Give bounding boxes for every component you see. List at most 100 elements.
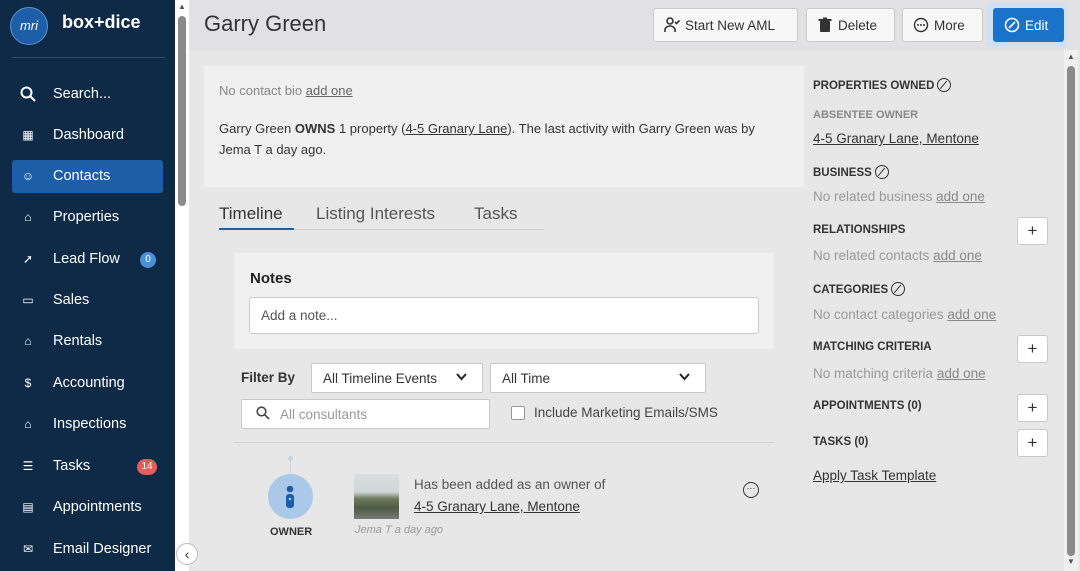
tab-tasks[interactable]: Tasks [474, 204, 517, 224]
sidebar-item-label: Properties [53, 209, 120, 225]
add-bio-link[interactable]: add one [306, 83, 353, 98]
sidebar-item-label: Accounting [53, 375, 125, 391]
relationships-empty-text: No related contacts add one [813, 248, 982, 263]
sidebar-scrollbar[interactable]: ▲ [175, 0, 189, 571]
select-value: All Timeline Events [323, 371, 438, 386]
notes-title: Notes [250, 270, 292, 287]
edit-pencil-icon [1004, 17, 1020, 33]
lead-flow-count-badge: 0 [140, 252, 156, 268]
add-business-link[interactable]: add one [936, 189, 985, 204]
include-marketing-checkbox[interactable] [511, 406, 525, 420]
search-icon [20, 86, 36, 102]
empty-label: No related business [813, 189, 933, 204]
scroll-up-arrow-icon[interactable]: ▲ [178, 2, 186, 11]
edit-business-icon[interactable] [874, 165, 889, 179]
empty-label: No matching criteria [813, 366, 934, 381]
more-button[interactable]: More [902, 8, 983, 42]
sidebar-scroll-thumb[interactable] [178, 16, 186, 206]
tasks-count-badge: 14 [137, 459, 157, 475]
sidebar-item-lead-flow[interactable]: ➚ Lead Flow 0 [12, 243, 163, 276]
aml-person-icon [664, 17, 681, 33]
property-thumbnail[interactable] [354, 474, 399, 519]
tasks-icon: ☰ [22, 459, 34, 473]
contacts-icon: ☺ [21, 169, 35, 183]
tasks-heading: TASKS (0) [813, 436, 869, 448]
edit-categories-icon[interactable] [891, 282, 906, 296]
sidebar-item-label: Inspections [53, 416, 127, 432]
dollar-icon: $ [24, 376, 32, 390]
sidebar-item-search[interactable]: Search... [12, 78, 163, 111]
sidebar: mri box+dice Search... ▦ Dashboard ☺ Con… [0, 0, 175, 571]
content-scrollbar[interactable]: ▲ ▼ [1064, 50, 1078, 571]
button-label: More [934, 18, 965, 33]
mri-logo-icon: mri [10, 7, 48, 45]
more-ellipsis-icon [913, 17, 929, 33]
sales-icon: ▭ [22, 293, 34, 307]
chevron-down-icon [455, 370, 468, 386]
start-new-aml-button[interactable]: Start New AML [653, 8, 798, 42]
edit-properties-icon[interactable] [937, 78, 952, 92]
sidebar-item-label: Rentals [53, 333, 103, 349]
owned-property-link[interactable]: 4-5 Granary Lane, Mentone [813, 131, 979, 146]
apply-task-template-link[interactable]: Apply Task Template [813, 468, 936, 483]
select-value: All Time [502, 371, 551, 386]
sidebar-item-inspections[interactable]: ⌂ Inspections [12, 408, 163, 441]
appointments-heading: APPOINTMENTS (0) [813, 400, 922, 412]
owned-property-link[interactable]: 4-5 Granary Lane [405, 121, 507, 136]
collapse-sidebar-button[interactable]: ‹ [176, 543, 198, 565]
sidebar-item-sales[interactable]: ▭ Sales [12, 284, 163, 317]
edit-button[interactable]: Edit [993, 8, 1064, 42]
sidebar-item-rentals[interactable]: ⌂ Rentals [12, 325, 163, 358]
delete-button[interactable]: Delete [806, 8, 895, 42]
inspections-icon: ⌂ [24, 417, 32, 431]
add-relationship-button[interactable]: + [1017, 217, 1048, 245]
tab-timeline[interactable]: Timeline [219, 204, 283, 224]
sidebar-item-appointments[interactable]: ▤ Appointments [12, 491, 163, 524]
timeline-event-text: Has been added as an owner of [414, 477, 606, 492]
email-icon: ✉ [22, 542, 34, 556]
include-marketing-label[interactable]: Include Marketing Emails/SMS [534, 405, 718, 420]
sidebar-item-accounting[interactable]: $ Accounting [12, 367, 163, 400]
content-scroll-thumb[interactable] [1067, 66, 1075, 556]
calendar-icon: ▤ [22, 500, 34, 514]
consultants-search-input[interactable]: All consultants [241, 399, 490, 429]
time-range-select[interactable]: All Time [490, 363, 706, 393]
brand-name: box+dice [62, 12, 141, 32]
scroll-up-arrow-icon[interactable]: ▲ [1067, 52, 1075, 61]
page-title: Garry Green [204, 11, 327, 36]
business-heading: BUSINESS [813, 165, 889, 179]
timeline-more-options-icon[interactable]: ··· [743, 482, 759, 498]
brand-logo[interactable]: mri box+dice [0, 0, 175, 58]
sidebar-item-dashboard[interactable]: ▦ Dashboard [12, 119, 163, 152]
timeline-role-label: OWNER [270, 526, 313, 538]
heading-label: PROPERTIES OWNED [813, 80, 935, 92]
active-tab-indicator [219, 228, 294, 230]
scroll-down-arrow-icon[interactable]: ▼ [1067, 557, 1075, 566]
sidebar-item-label: Sales [53, 292, 90, 308]
matching-empty-text: No matching criteria add one [813, 366, 986, 381]
properties-owned-heading: PROPERTIES OWNED [813, 78, 952, 92]
sidebar-item-properties[interactable]: ⌂ Properties [12, 201, 163, 234]
sidebar-item-label: Tasks [53, 458, 91, 474]
timeline-property-link[interactable]: 4-5 Granary Lane, Mentone [414, 499, 580, 514]
owns-keyword: OWNS [294, 121, 336, 136]
tab-listing-interests[interactable]: Listing Interests [316, 204, 435, 224]
add-note-input[interactable]: Add a note... [249, 297, 759, 334]
sidebar-item-email-designer[interactable]: ✉ Email Designer [12, 533, 163, 566]
sidebar-item-label: Email Designer [53, 541, 152, 557]
matching-criteria-heading: MATCHING CRITERIA [813, 341, 932, 353]
contact-bio-card: No contact bio add one Garry Green OWNS … [204, 66, 804, 187]
sidebar-item-contacts[interactable]: ☺ Contacts [12, 160, 163, 193]
sidebar-item-label: Lead Flow [53, 251, 120, 267]
absentee-owner-label: ABSENTEE OWNER [813, 109, 919, 121]
add-matching-criteria-link[interactable]: add one [937, 366, 986, 381]
add-relationship-link[interactable]: add one [933, 248, 982, 263]
add-appointment-button[interactable]: + [1017, 394, 1048, 422]
add-category-link[interactable]: add one [947, 307, 996, 322]
add-task-button[interactable]: + [1017, 429, 1048, 457]
owns-name: Garry Green [219, 121, 292, 136]
owns-count: 1 property ( [338, 121, 406, 136]
add-matching-criteria-button[interactable]: + [1017, 335, 1048, 363]
sidebar-item-tasks[interactable]: ☰ Tasks 14 [12, 450, 163, 483]
timeline-events-select[interactable]: All Timeline Events [311, 363, 483, 393]
